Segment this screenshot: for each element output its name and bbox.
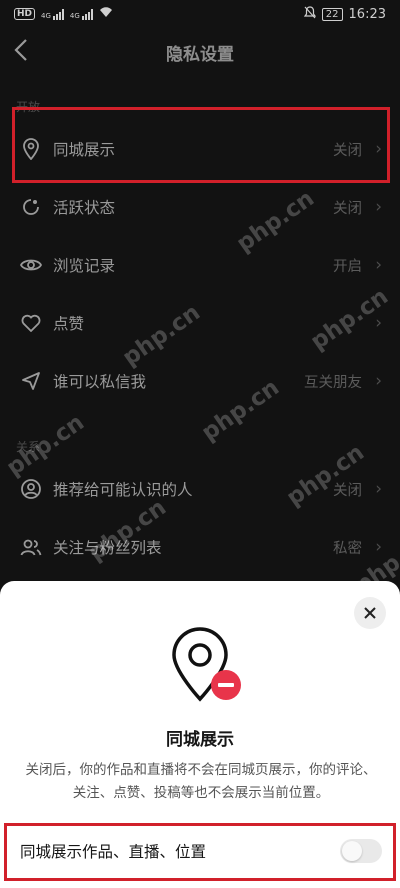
mute-icon (303, 5, 316, 23)
page-title: 隐私设置 (166, 44, 234, 65)
chevron-right-icon: › (375, 197, 382, 217)
back-button[interactable] (14, 38, 40, 66)
chevron-right-icon: › (375, 255, 382, 275)
network-type-1: 4G (41, 11, 51, 20)
sheet-description: 关闭后，你的作品和直播将不会在同城页展示，你的评论、关注、点赞、投稿等也不会展示… (25, 762, 377, 801)
row-who-can-message[interactable]: 谁可以私信我 互关朋友 › (0, 352, 400, 410)
users-icon (20, 536, 42, 558)
eye-icon (20, 254, 42, 276)
status-bar: HD 4G 4G 22 16:23 (0, 0, 400, 28)
row-value: 开启 (333, 258, 362, 275)
chevron-right-icon: › (375, 371, 382, 391)
row-browse-history[interactable]: 浏览记录 开启 › (0, 236, 400, 294)
nav-header: 隐私设置 (0, 28, 400, 76)
hd-badge: HD (14, 8, 36, 20)
user-circle-icon (20, 478, 42, 500)
highlight-box-toggle-row (4, 823, 396, 881)
location-off-icon (168, 625, 244, 705)
sheet-title: 同城展示 (166, 730, 234, 750)
row-label: 谁可以私信我 (53, 373, 147, 391)
activity-icon (20, 196, 42, 218)
signal-icon-2: 4G (69, 8, 93, 20)
row-follow-list[interactable]: 关注与粉丝列表 私密 › (0, 518, 400, 576)
highlight-box-local-display (12, 107, 390, 183)
row-active-status[interactable]: 活跃状态 关闭 › (0, 178, 400, 236)
row-value: 互关朋友 (304, 374, 362, 391)
heart-icon (20, 312, 42, 334)
network-type-2: 4G (69, 11, 80, 20)
chevron-right-icon: › (375, 537, 382, 557)
wifi-icon (99, 7, 113, 21)
chevron-left-icon (14, 39, 27, 61)
clock: 16:23 (348, 6, 386, 22)
privacy-settings-screen: HD 4G 4G 22 16:23 隐私设置 开放 同城展示 关闭 › 活跃状态… (0, 0, 400, 888)
row-label: 点赞 (53, 315, 85, 333)
send-icon (20, 370, 42, 392)
row-label: 活跃状态 (53, 199, 116, 217)
status-right: 22 16:23 (303, 5, 386, 23)
close-icon (364, 607, 376, 619)
row-value: 关闭 (333, 200, 362, 217)
chevron-right-icon: › (375, 479, 382, 499)
battery-indicator: 22 (321, 7, 343, 21)
row-label: 浏览记录 (53, 257, 116, 275)
signal-icon: 4G (41, 8, 64, 20)
row-label: 推荐给可能认识的人 (53, 481, 193, 499)
close-button[interactable] (354, 597, 386, 629)
row-value: 私密 (333, 540, 362, 557)
status-left: HD 4G 4G (14, 7, 113, 21)
